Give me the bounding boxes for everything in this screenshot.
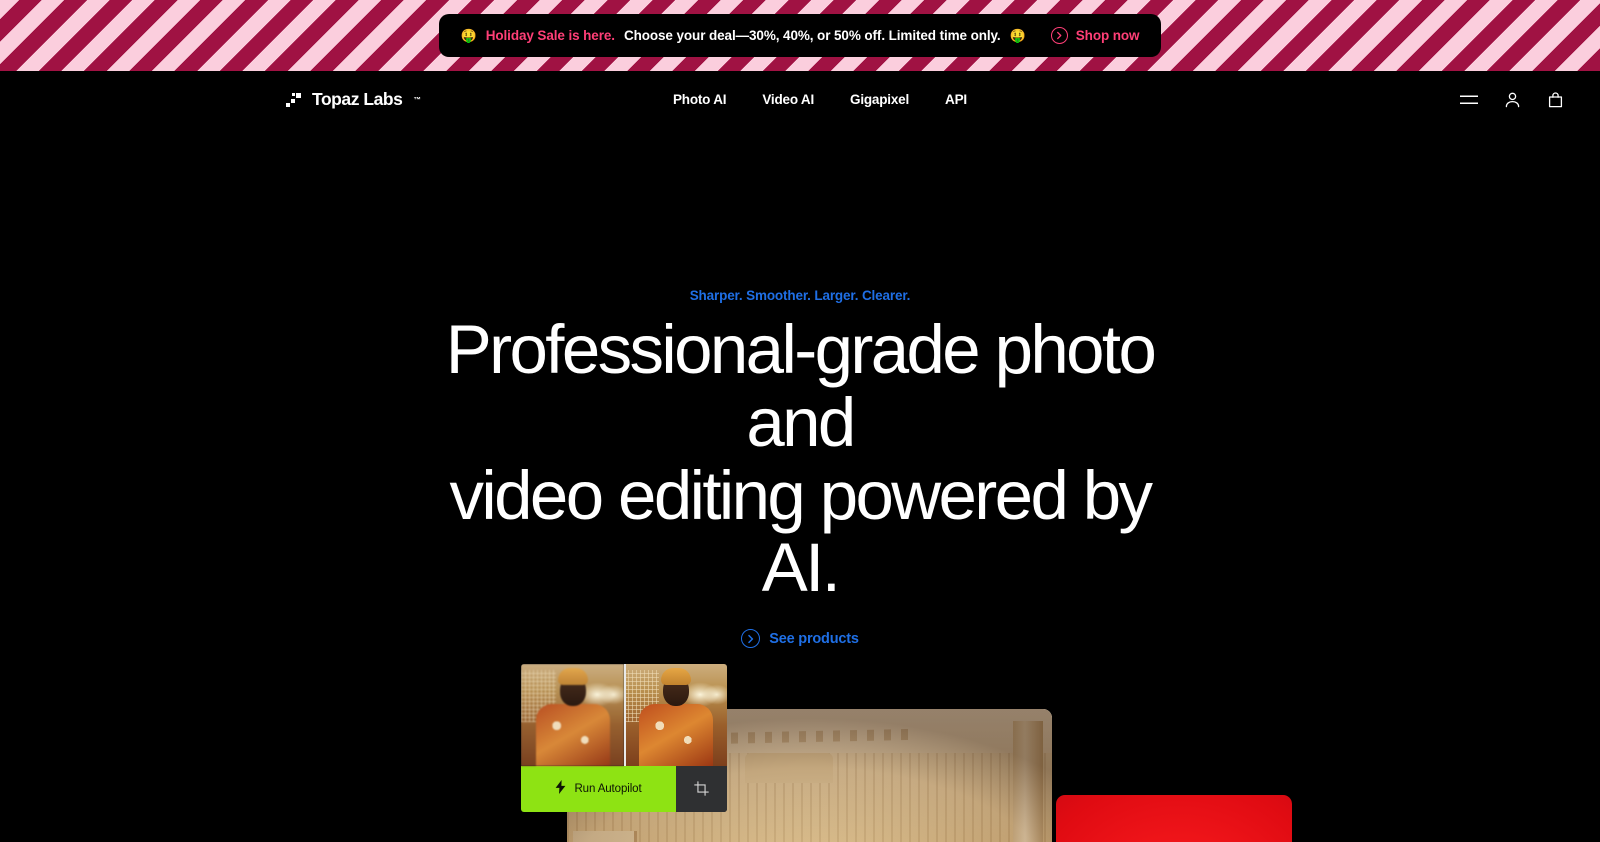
subject-turban bbox=[557, 667, 588, 685]
run-autopilot-label: Run Autopilot bbox=[574, 782, 642, 795]
run-autopilot-button[interactable]: Run Autopilot bbox=[521, 765, 676, 812]
page-title: Professional-grade photo and video editi… bbox=[420, 311, 1180, 607]
crop-tool-button[interactable] bbox=[676, 765, 727, 812]
shop-now-label: Shop now bbox=[1075, 28, 1140, 43]
column bbox=[1013, 720, 1043, 842]
media-collage: Run Autopilot bbox=[0, 663, 1600, 842]
app-toolbar: Run Autopilot bbox=[521, 765, 727, 812]
main-navigation: Photo AI Video AI Gigapixel API bbox=[673, 92, 967, 107]
crop-tool-icon bbox=[694, 781, 709, 796]
circle-arrow-right-icon bbox=[741, 629, 761, 649]
pug-photo-card[interactable] bbox=[1056, 794, 1292, 842]
trademark-symbol: ™ bbox=[413, 95, 421, 104]
account-icon[interactable] bbox=[1501, 89, 1523, 111]
brand-name: Topaz Labs bbox=[312, 89, 403, 109]
promo-pill: 🤑 Holiday Sale is here. Choose your deal… bbox=[438, 14, 1162, 57]
see-products-label: See products bbox=[769, 630, 859, 647]
nav-item-video-ai[interactable]: Video AI bbox=[762, 92, 814, 107]
promo-deal-label: Choose your deal—30%, 40%, or 50% off. L… bbox=[623, 28, 1001, 43]
hero-title-line-1: Professional-grade photo and bbox=[445, 311, 1157, 461]
header-actions bbox=[1458, 89, 1566, 111]
subject-turban bbox=[660, 667, 691, 685]
see-products-link[interactable]: See products bbox=[741, 629, 859, 649]
hero-section: Sharper. Smoother. Larger. Clearer. Prof… bbox=[0, 128, 1600, 649]
preview-before bbox=[521, 663, 624, 766]
comparison-slider-handle[interactable] bbox=[624, 663, 626, 766]
preview-after bbox=[624, 663, 727, 766]
money-face-emoji-left: 🤑 bbox=[460, 28, 477, 43]
hero-eyebrow: Sharper. Smoother. Larger. Clearer. bbox=[689, 288, 911, 303]
nav-item-api[interactable]: API bbox=[945, 92, 967, 107]
door bbox=[573, 830, 637, 842]
money-face-emoji-right: 🤑 bbox=[1009, 28, 1026, 43]
nav-item-photo-ai[interactable]: Photo AI bbox=[673, 92, 727, 107]
alcove bbox=[745, 752, 833, 783]
hero-title-line-2: video editing powered by AI. bbox=[449, 456, 1154, 607]
circle-arrow-right-icon bbox=[1050, 27, 1068, 44]
lightning-bolt-icon bbox=[555, 780, 566, 797]
before-after-preview bbox=[521, 663, 727, 766]
shopping-bag-icon[interactable] bbox=[1544, 89, 1566, 111]
subject-body bbox=[638, 703, 713, 766]
site-header: Topaz Labs ™ Photo AI Video AI Gigapixel… bbox=[0, 71, 1600, 128]
hamburger-menu-icon[interactable] bbox=[1458, 89, 1480, 111]
promo-sale-label: Holiday Sale is here. bbox=[485, 28, 615, 43]
shop-now-link[interactable]: Shop now bbox=[1050, 27, 1140, 44]
brand-logo-link[interactable]: Topaz Labs ™ bbox=[286, 89, 421, 110]
nav-item-gigapixel[interactable]: Gigapixel bbox=[850, 92, 909, 107]
subject-body bbox=[535, 703, 610, 766]
topaz-staircase-logo-icon bbox=[286, 92, 302, 107]
promo-banner: 🤑 Holiday Sale is here. Choose your deal… bbox=[0, 0, 1600, 71]
photo-ai-app-card[interactable]: Run Autopilot bbox=[521, 663, 727, 812]
